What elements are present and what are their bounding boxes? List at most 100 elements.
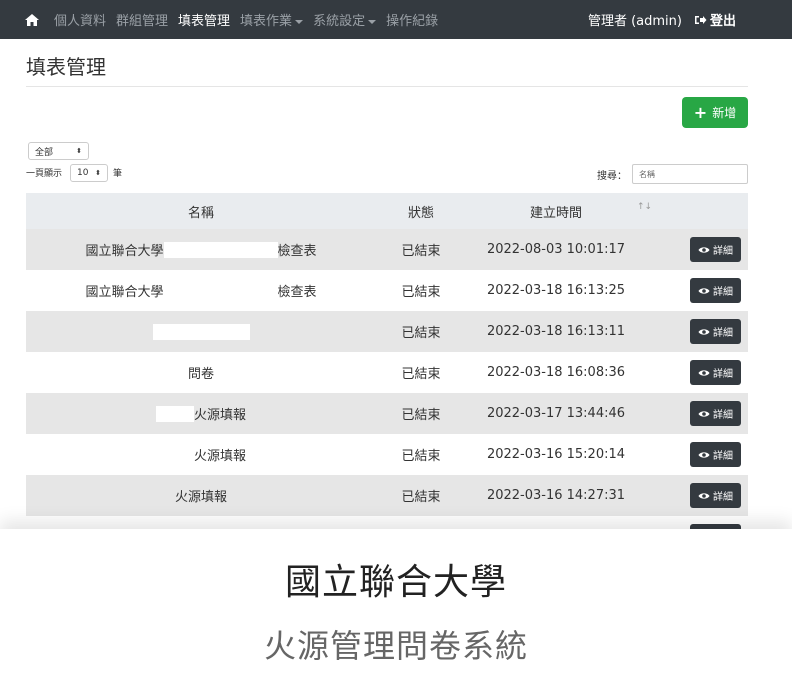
nav-item-profile[interactable]: 個人資料 [54,10,106,29]
created-time-cell: 2022-03-18 16:08:36 [486,365,626,380]
table-row: 火源填報 已結束 2022-03-16 15:20:14 詳細 [26,434,748,475]
eye-icon [698,492,710,499]
detail-button-label: 詳細 [713,410,733,421]
nav-item-operation-log[interactable]: 操作紀錄 [386,10,438,29]
form-name-prefix: 國立聯合大學 [85,244,164,259]
column-header-status[interactable]: 狀態 [376,193,466,229]
eye-icon [698,451,710,458]
detail-button[interactable]: 詳細 [690,483,741,508]
search-input[interactable]: 名稱 [632,164,748,184]
created-time-cell: 2022-03-18 16:13:25 [486,283,626,298]
table-row: 已結束 2022-03-18 16:13:11 詳細 [26,311,748,352]
title-divider [26,86,748,87]
page-title: 填表管理 [26,55,106,79]
redacted-block [155,405,194,422]
top-navbar: 個人資料 群組管理 填表管理 填表作業 系統設定 操作紀錄 管理者 (admin… [0,0,792,39]
form-name-cell: 火源填報 [26,434,376,475]
form-name-suffix: 火源填報 [193,449,246,464]
form-name-cell: 國立聯合大學 檢查表 [26,229,376,270]
detail-button-label: 詳細 [713,287,733,298]
home-icon[interactable] [24,13,40,27]
page-length-label: 一頁顯示 [26,169,63,179]
redacted-block [153,323,250,340]
detail-button-label: 詳細 [713,246,733,257]
form-name-prefix: 火源填報 [174,490,227,505]
form-name-prefix: 國立聯合大學 [85,285,164,300]
system-banner: 國立聯合大學 火源管理問卷系統 [0,529,792,688]
status-cell: 已結束 [401,326,441,341]
form-name-cell: 問卷 [26,352,376,393]
page-length-value: 10 [77,168,89,178]
status-cell: 已結束 [401,367,441,382]
university-name: 國立聯合大學 [284,562,507,603]
sort-icon[interactable]: ↑↓ [637,202,652,212]
form-name-cell: 火源填報 [26,475,376,516]
nav-item-form-management[interactable]: 填表管理 [178,10,230,29]
redacted-block [163,241,278,258]
select-updown-icon: ⬍ [76,147,82,155]
created-time-cell: 2022-08-03 10:01:17 [486,242,626,257]
detail-button[interactable]: 詳細 [690,237,741,262]
form-name-suffix: 檢查表 [277,244,317,259]
plus-icon: + [693,102,708,122]
table-row: 問卷 已結束 2022-03-18 16:08:36 詳細 [26,352,748,393]
column-header-name[interactable]: 名稱 [26,193,376,229]
form-name-suffix: 火源填報 [193,408,246,423]
detail-button-label: 詳細 [713,492,733,503]
chevron-down-icon [368,19,377,24]
eye-icon [698,369,710,376]
status-cell: 已結束 [401,285,441,300]
detail-button[interactable]: 詳細 [690,442,741,467]
add-button[interactable]: + 新增 [682,97,748,128]
redacted-block [163,282,278,299]
table-row: 火源填報 已結束 2022-03-17 13:44:46 詳細 [26,393,748,434]
status-cell: 已結束 [401,449,441,464]
page-length-unit: 筆 [113,169,123,179]
created-time-cell: 2022-03-16 15:20:14 [486,447,626,462]
eye-icon [698,246,710,253]
nav-item-form-operations[interactable]: 填表作業 [240,10,304,29]
add-button-label: 新增 [712,106,737,120]
chevron-down-icon [295,19,304,24]
nav-item-system-settings[interactable]: 系統設定 [313,10,377,29]
table-row: 國立聯合大學 檢查表 已結束 2022-03-18 16:13:25 詳細 [26,270,748,311]
detail-button-label: 詳細 [713,328,733,339]
status-cell: 已結束 [401,490,441,505]
detail-button-label: 詳細 [713,369,733,380]
table-row: 國立聯合大學 檢查表 已結束 2022-08-03 10:01:17 詳細 [26,229,748,270]
redacted-block [155,446,194,463]
status-cell: 已結束 [401,244,441,259]
detail-button[interactable]: 詳細 [690,319,741,344]
eye-icon [698,287,710,294]
nav-item-group-management[interactable]: 群組管理 [116,10,168,29]
eye-icon [698,410,710,417]
status-cell: 已結束 [401,408,441,423]
search-placeholder: 名稱 [639,169,655,179]
created-time-cell: 2022-03-16 14:27:31 [486,488,626,503]
table-row: 火源填報 已結束 2022-03-16 14:27:31 詳細 [26,475,748,516]
column-header-created-time[interactable]: 建立時間 [466,193,646,229]
status-filter-value: 全部 [35,147,54,158]
form-name-prefix: 問卷 [187,367,214,382]
detail-button[interactable]: 詳細 [690,360,741,385]
eye-icon [698,328,710,335]
user-name[interactable]: 管理者 (admin) [588,10,682,29]
detail-button-label: 詳細 [713,451,733,462]
nav-item-form-operations-label: 填表作業 [240,14,293,29]
form-name-cell: 國立聯合大學 檢查表 [26,270,376,311]
detail-button[interactable]: 詳細 [690,401,741,426]
nav-item-system-settings-label: 系統設定 [313,14,366,29]
logout-button[interactable]: 登出 [694,10,736,29]
form-name-cell: 火源填報 [26,393,376,434]
page-length-select[interactable]: 10 ⬍ [70,164,108,182]
select-updown-icon: ⬍ [95,169,101,177]
created-time-cell: 2022-03-18 16:13:11 [486,324,626,339]
created-time-cell: 2022-03-17 13:44:46 [486,406,626,421]
status-filter-select[interactable]: 全部 ⬍ [28,142,89,160]
forms-table: 名稱 狀態 建立時間 ↑↓ 國立聯合大學 檢查表 已結束 2022-08-03 1… [26,193,748,549]
form-name-cell [26,311,376,352]
table-header: 名稱 狀態 建立時間 ↑↓ [26,193,748,229]
logout-label: 登出 [709,14,736,29]
detail-button[interactable]: 詳細 [690,278,741,303]
system-name: 火源管理問卷系統 [263,627,528,665]
